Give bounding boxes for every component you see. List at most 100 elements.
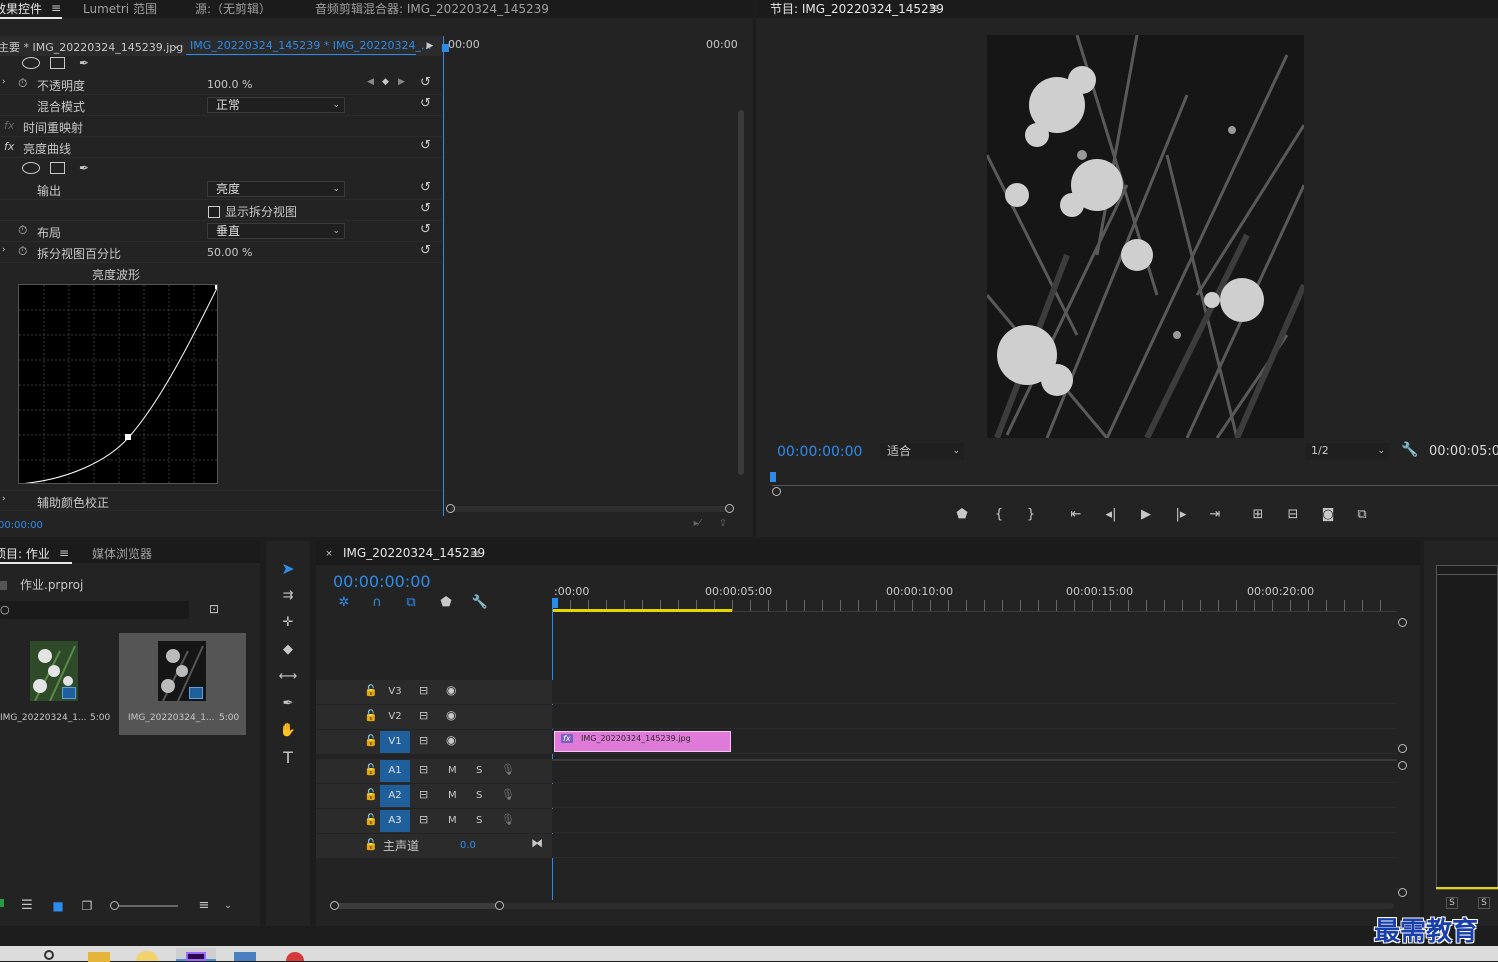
mute-button[interactable]: M [448,765,457,776]
render-icon[interactable]: ▸⁄ [690,516,704,532]
icon-view-icon[interactable]: ■ [50,898,66,914]
timeline-vscroll-mid[interactable] [1398,744,1407,753]
hscroll-handle-left[interactable] [330,901,339,910]
track-label[interactable]: A2 [380,785,410,807]
tab-media-browser[interactable]: 媒体浏览器 [92,545,152,562]
eye-icon[interactable]: ◉ [446,708,456,722]
output-dropdown[interactable]: 亮度 ⌄ [207,181,345,197]
stopwatch-icon[interactable]: ⏱ [18,76,27,91]
selection-tool-icon[interactable]: ➤ [278,559,298,579]
chevron-down-icon[interactable]: ⌄ [170,38,182,54]
ripple-edit-tool-icon[interactable]: ✛ [278,613,298,633]
mute-button[interactable]: M [448,790,457,801]
tab-audio-clip-mixer[interactable]: 音频剪辑混合器: IMG_20220324_145239 [315,0,549,17]
reset-icon[interactable]: ↺ [420,202,434,216]
compare-view-icon[interactable]: ⧉ [1352,505,1372,525]
slip-tool-icon[interactable]: ⟷ [278,667,298,687]
master-clip-label[interactable]: 主要 * IMG_20220324_145239.jpg [0,39,183,55]
opacity-value[interactable]: 100.0 % [207,78,252,91]
split-view-checkbox[interactable] [208,206,220,218]
lane-a3[interactable] [552,809,1397,833]
program-monitor-title[interactable]: 节目: IMG_20220324_145239 [770,0,944,17]
settings-wrench-icon[interactable]: 🔧 [470,593,490,613]
master-volume-value[interactable]: 0.0 [460,840,476,851]
hand-tool-icon[interactable]: ✋ [278,721,298,741]
luma-curve-graph[interactable] [18,284,218,484]
lane-a1[interactable] [552,759,1397,783]
lock-icon[interactable]: 🔓 [364,813,378,826]
lane-v2[interactable] [552,705,1397,729]
rectangle-mask-icon[interactable] [50,162,65,174]
ec-zoom-scroll[interactable] [450,506,732,512]
search-taskbar-icon[interactable] [44,950,54,960]
lock-icon[interactable]: 🔓 [364,788,378,801]
new-bin-icon[interactable]: ⊡ [206,601,222,617]
reset-icon[interactable]: ↺ [420,139,434,153]
lock-icon[interactable]: 🔓 [364,734,378,747]
pen-tool-icon[interactable]: ✒ [278,694,298,714]
reset-icon[interactable]: ↺ [420,181,434,195]
go-to-out-icon[interactable]: ⧓ [531,836,543,850]
track-label[interactable]: V3 [380,681,410,703]
program-zoom-handle[interactable] [772,487,781,496]
freeform-view-icon[interactable]: ❐ [78,898,96,914]
project-search-input[interactable] [0,601,189,619]
program-playhead-icon[interactable] [770,472,776,482]
microphone-icon[interactable]: 🎙 [501,788,515,801]
project-item[interactable]: IMG_20220324_1... 5:00 [0,633,116,735]
wrench-icon[interactable]: 🔧 [1401,442,1418,458]
sync-icon[interactable]: ⊟ [419,813,428,826]
play-arrow-icon[interactable]: ▶ [424,38,436,54]
blend-mode-dropdown[interactable]: 正常 ⌄ [207,97,345,113]
razor-tool-icon[interactable]: ◆ [278,640,298,660]
menu-icon[interactable]: ≡ [58,545,70,561]
timeline-vscroll-top[interactable] [1398,618,1407,627]
close-icon[interactable]: × [324,546,334,562]
tab-source[interactable]: 源:（无剪辑） [195,0,271,17]
menu-icon[interactable]: ≡ [469,546,481,562]
track-select-tool-icon[interactable]: ⇉ [278,586,298,606]
reset-icon[interactable]: ↺ [420,223,434,237]
track-label[interactable]: A3 [380,810,410,832]
time-remap-label[interactable]: 时间重映射 [23,119,83,136]
window-app-icon[interactable] [234,952,256,961]
microphone-icon[interactable]: 🎙 [501,813,515,826]
tab-effect-controls[interactable]: 效果控件 [0,0,42,17]
ellipse-mask-icon[interactable] [22,57,40,69]
secondary-label[interactable]: 辅助颜色校正 [37,494,109,511]
sync-icon[interactable]: ⊟ [419,788,428,801]
camera-icon[interactable]: ◙ [1318,505,1338,525]
stopwatch-icon[interactable]: ⏱ [18,244,27,259]
lock-icon[interactable] [0,899,4,907]
reset-icon[interactable]: ↺ [420,97,434,111]
menu-icon[interactable]: ≡ [50,0,62,16]
sequence-clip-label[interactable]: IMG_20220324_145239 * IMG_20220324_... [190,39,431,52]
sync-icon[interactable]: ⊟ [419,709,428,722]
expand-arrow-icon[interactable]: › [2,245,6,255]
timeline-playhead-icon[interactable] [552,598,558,608]
solo-button[interactable]: S [476,790,482,801]
fit-dropdown[interactable]: 适合 ⌄ [880,443,964,460]
sync-icon[interactable]: ⊟ [419,684,428,697]
extract-icon[interactable]: ⊟ [1283,505,1303,525]
keyframe-next-icon[interactable]: ▶ [398,77,405,87]
lane-master[interactable] [552,834,1397,858]
mark-out-icon[interactable]: } [1021,505,1041,525]
timeline-vscroll-audio[interactable] [1398,761,1407,770]
sort-icon[interactable]: ≡ [196,898,212,914]
step-back-icon[interactable]: ◂| [1101,505,1121,525]
pen-mask-icon[interactable]: ✒ [76,160,92,176]
add-marker-icon[interactable]: ⬟ [952,505,972,525]
solo-button[interactable]: S [1446,897,1458,909]
step-forward-icon[interactable]: |▸ [1171,505,1191,525]
reset-icon[interactable]: ↺ [420,244,434,258]
reset-icon[interactable]: ↺ [420,76,434,90]
sync-icon[interactable]: ⊟ [419,734,428,747]
lock-icon[interactable]: 🔓 [364,684,378,697]
solo-button[interactable]: S [1478,897,1490,909]
lane-v3[interactable] [552,680,1397,704]
go-to-in-icon[interactable]: ⇤ [1066,505,1086,525]
mute-button[interactable]: M [448,815,457,826]
timeline-timecode[interactable]: 00:00:00:00 [333,572,431,591]
ec-playhead-icon[interactable] [442,44,449,52]
